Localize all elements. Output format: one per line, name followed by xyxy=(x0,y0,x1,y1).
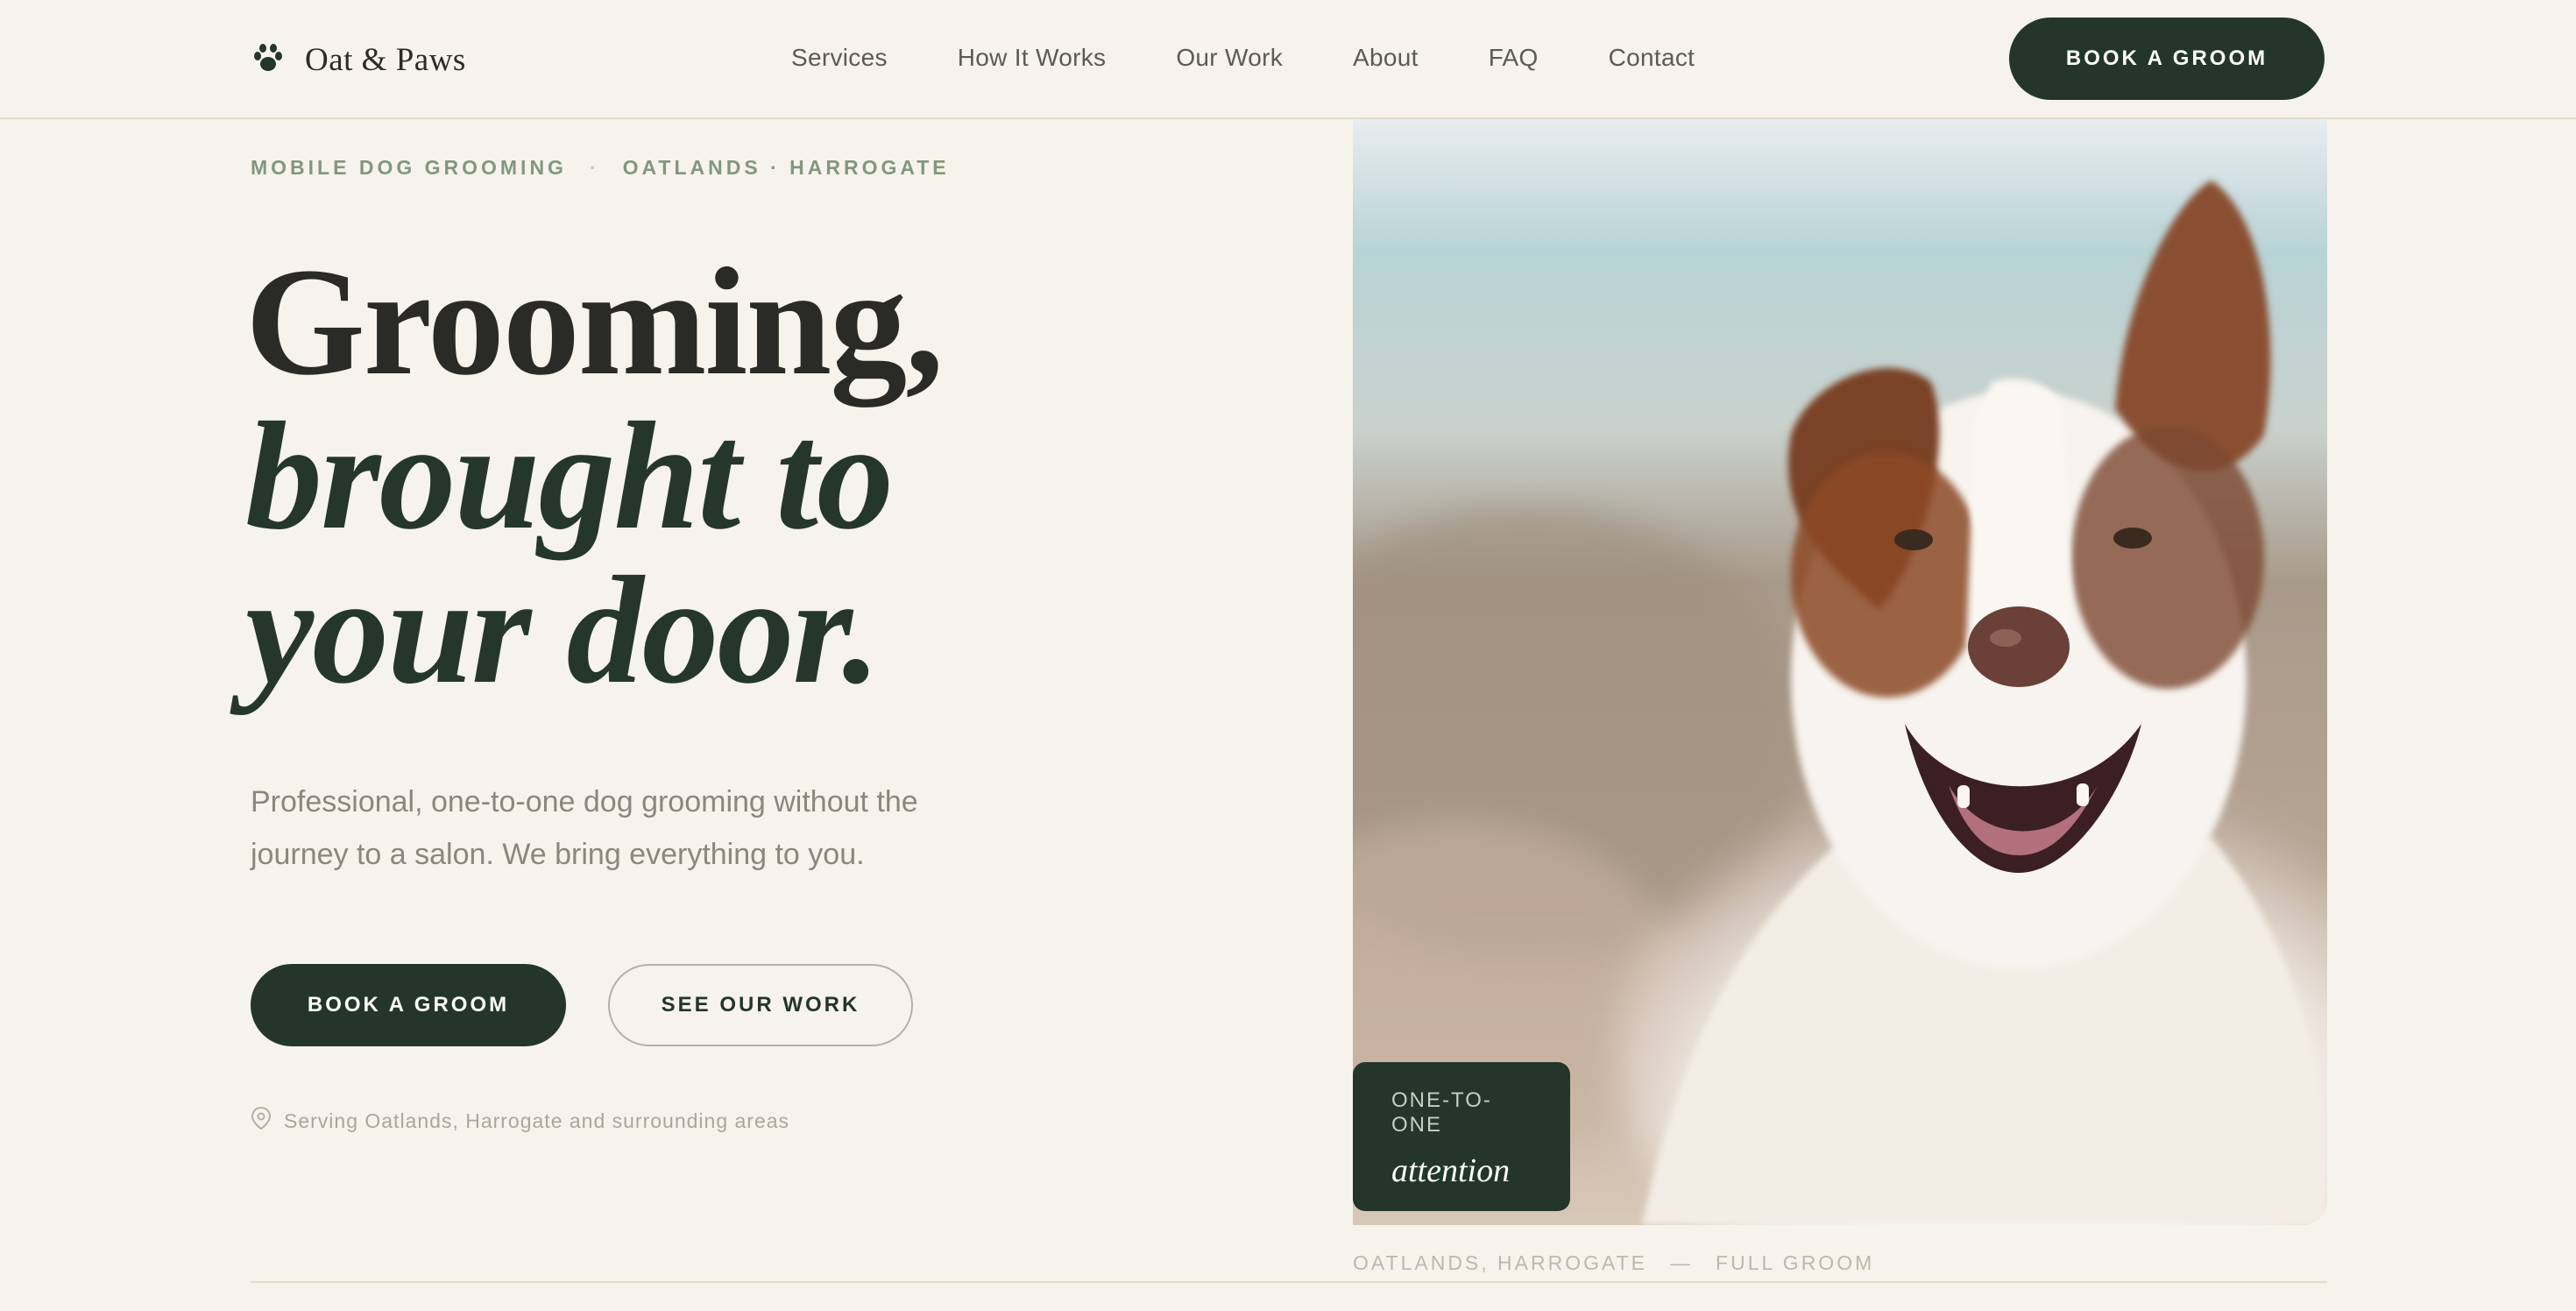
eyebrow-service: MOBILE DOG GROOMING xyxy=(251,156,567,179)
brand-logo[interactable]: Oat & Paws xyxy=(251,35,466,84)
one-to-one-badge: ONE-TO-ONE attention xyxy=(1353,1062,1570,1211)
nav-link-about[interactable]: About xyxy=(1353,44,1419,72)
top-navigation: Oat & Paws Services How It Works Our Wor… xyxy=(0,0,2576,119)
map-pin-icon xyxy=(251,1106,272,1136)
badge-title: ONE-TO-ONE xyxy=(1391,1088,1492,1137)
nav-link-our-work[interactable]: Our Work xyxy=(1176,44,1283,72)
paw-icon xyxy=(251,40,286,80)
hero-book-groom-button[interactable]: BOOK A GROOM xyxy=(251,964,566,1046)
photo-caption: OATLANDS, HARROGATE — FULL GROOM xyxy=(1353,1251,1874,1275)
nav-link-contact[interactable]: Contact xyxy=(1609,44,1695,72)
service-area: Serving Oatlands, Harrogate and surround… xyxy=(251,1106,789,1136)
section-divider xyxy=(251,1281,2327,1283)
eyebrow-area: OATLANDS · HARROGATE xyxy=(622,156,950,179)
caption-place: OATLANDS, HARROGATE xyxy=(1353,1251,1648,1274)
caption-service: FULL GROOM xyxy=(1716,1251,1875,1274)
brand-name: Oat & Paws xyxy=(305,41,466,78)
eyebrow-separator: · xyxy=(589,156,600,179)
nav-link-services[interactable]: Services xyxy=(791,44,888,72)
hero-eyebrow: MOBILE DOG GROOMING · OATLANDS · HARROGA… xyxy=(251,156,950,180)
nav-link-faq[interactable]: FAQ xyxy=(1489,44,1539,72)
dog-photo xyxy=(1353,119,2327,1225)
caption-dash: — xyxy=(1670,1251,1694,1274)
badge-subtitle: attention xyxy=(1391,1152,1511,1189)
headline-line-2: brought to xyxy=(245,391,894,562)
hero-subtext: Professional, one-to-one dog grooming wi… xyxy=(251,785,918,871)
see-our-work-button[interactable]: SEE OUR WORK xyxy=(608,964,913,1046)
nav-link-how-it-works[interactable]: How It Works xyxy=(958,44,1107,72)
service-area-text: Serving Oatlands, Harrogate and surround… xyxy=(284,1109,790,1132)
nav-book-groom-button[interactable]: BOOK A GROOM xyxy=(2009,18,2325,100)
nav-links: Services How It Works Our Work About FAQ… xyxy=(791,39,1695,77)
headline-line-1: Grooming, xyxy=(245,237,944,407)
hero-headline: Grooming, brought to your door. xyxy=(245,245,1209,708)
headline-line-3: your door. xyxy=(245,545,881,716)
